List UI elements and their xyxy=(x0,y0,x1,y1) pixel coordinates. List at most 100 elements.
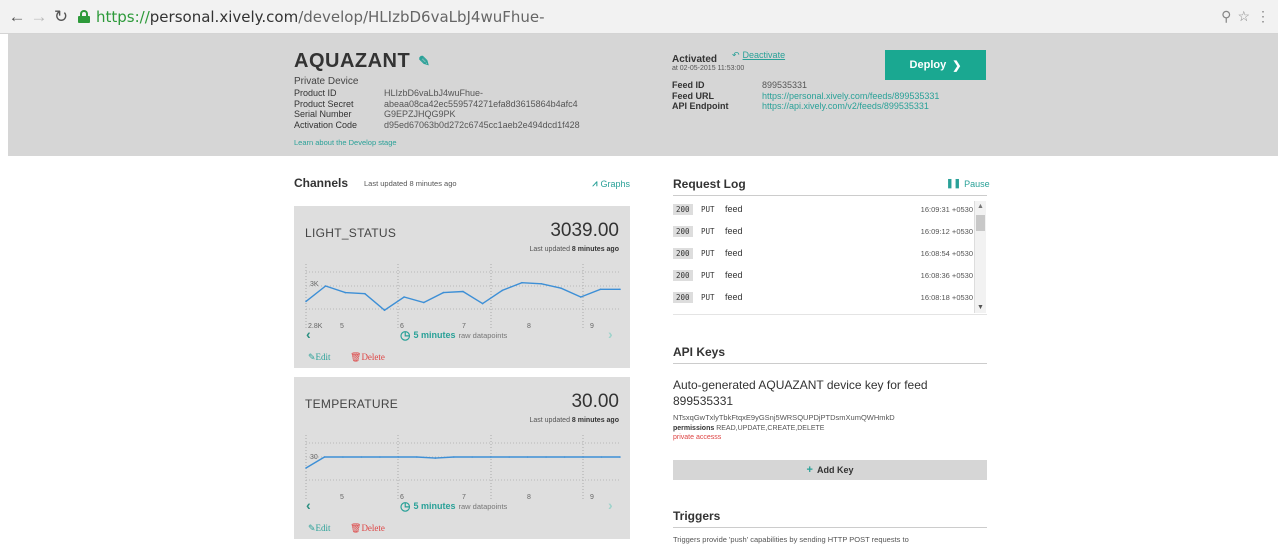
channel-chart: 5 6 7 8 93K2.8K xyxy=(305,264,621,330)
learn-develop-link[interactable]: Learn about the Develop stage xyxy=(294,138,397,147)
channel-chart: 5 6 7 8 930 xyxy=(305,435,621,501)
series-line xyxy=(305,456,620,469)
divider xyxy=(673,314,987,315)
divider xyxy=(673,195,987,196)
delete-button[interactable]: 🗑Delete xyxy=(350,523,385,534)
divider xyxy=(673,363,987,364)
plus-icon: + xyxy=(806,464,813,476)
data-point xyxy=(383,309,386,311)
zoom-icon[interactable]: ⚲ xyxy=(1221,8,1231,25)
pause-button[interactable]: ❚❚ Pause xyxy=(946,178,990,189)
request-log-row: 200 PUT feed 16:08:36 +0530 xyxy=(673,267,973,289)
request-time: 16:09:31 +0530 xyxy=(920,205,973,214)
time-range-label: 5 minutes xyxy=(413,330,456,340)
x-tick-label: 5 xyxy=(340,494,344,501)
device-name: AQUAZANT xyxy=(294,50,411,72)
request-log-scrollbar[interactable]: ▲ ▼ xyxy=(974,201,986,313)
forward-arrow-icon[interactable]: → xyxy=(28,6,50,28)
back-arrow-icon[interactable]: ← xyxy=(6,6,28,28)
deactivate-label: Deactivate xyxy=(742,50,786,60)
info-row-product-secret: Product Secret abeaa08ca42ec559574271efa8… xyxy=(294,98,578,109)
reload-icon[interactable]: ↻ xyxy=(50,6,72,28)
data-point xyxy=(563,456,566,458)
clock-icon: ◷ xyxy=(400,499,411,513)
data-point xyxy=(364,292,366,295)
request-path: feed xyxy=(725,204,743,214)
deploy-button[interactable]: Deploy ❯ xyxy=(885,50,986,80)
data-point xyxy=(416,456,418,458)
request-path: feed xyxy=(725,248,743,258)
status-code-badge: 200 xyxy=(673,292,693,303)
device-info: Product ID HLIzbD6vaLbJ4wuFhue- Product S… xyxy=(294,88,580,130)
data-point xyxy=(471,456,473,458)
data-point xyxy=(600,456,603,458)
data-point xyxy=(305,300,307,303)
time-range-control[interactable]: ◷ 5 minutes raw datapoints xyxy=(400,499,507,513)
data-point xyxy=(379,456,381,458)
request-time: 16:08:54 +0530 xyxy=(920,249,973,258)
channels-header: Channels Last updated 8 minutes ago ⩘ Gr… xyxy=(294,176,630,196)
chart-next-icon[interactable]: › xyxy=(608,497,613,513)
divider xyxy=(673,527,987,528)
data-point xyxy=(501,289,504,292)
data-point xyxy=(462,290,464,293)
chart-prev-icon[interactable]: ‹ xyxy=(306,326,311,342)
status-code-badge: 200 xyxy=(673,270,693,281)
api-endpoint-link[interactable]: https://api.xively.com/v2/feeds/89953533… xyxy=(762,101,929,112)
request-log-row: 200 PUT feed 16:09:12 +0530 xyxy=(673,223,973,245)
data-point xyxy=(481,302,484,305)
x-tick-label: 9 xyxy=(590,323,594,330)
data-point xyxy=(305,467,307,469)
raw-datapoints-label: raw datapoints xyxy=(458,501,508,511)
graphs-label: Graphs xyxy=(600,178,630,189)
request-method: PUT xyxy=(701,227,715,236)
data-point xyxy=(423,301,425,304)
chart-next-icon[interactable]: › xyxy=(608,326,613,342)
time-range-control[interactable]: ◷ 5 minutes raw datapoints xyxy=(400,328,507,342)
scroll-up-icon[interactable]: ▲ xyxy=(977,203,984,210)
delete-button[interactable]: 🗑Delete xyxy=(350,352,385,363)
request-time: 16:08:18 +0530 xyxy=(920,293,973,302)
data-point xyxy=(508,456,510,458)
data-point xyxy=(489,456,492,458)
x-tick-label: 8 xyxy=(527,494,531,501)
data-point xyxy=(580,296,582,298)
address-bar[interactable]: https://personal.xively.com/develop/HLIz… xyxy=(78,8,545,26)
data-point xyxy=(360,456,363,458)
request-method: PUT xyxy=(701,271,715,280)
info-row-serial: Serial Number G9EPZJHQG9PK xyxy=(294,109,456,119)
edit-button[interactable]: ✎Edit xyxy=(308,523,331,534)
deactivate-link[interactable]: ↶ Deactivate xyxy=(732,50,785,61)
feed-info: Feed ID 899535331 Feed URL https://persona… xyxy=(672,80,939,112)
request-log-row: 200 PUT feed 16:09:31 +0530 xyxy=(673,201,973,223)
request-method: PUT xyxy=(701,293,715,302)
data-point xyxy=(344,291,347,294)
feed-url-link[interactable]: https://personal.xively.com/feeds/899535… xyxy=(762,91,939,102)
request-method: PUT xyxy=(701,249,715,258)
raw-datapoints-label: raw datapoints xyxy=(458,330,508,340)
graph-icon: ⩘ xyxy=(592,178,598,188)
device-header: AQUAZANT ✎ Private Device Product ID HLIz… xyxy=(8,34,1278,156)
activated-date: at 02-05-2015 11:53:00 xyxy=(672,65,745,72)
triggers-title: Triggers xyxy=(673,509,721,523)
chart-prev-icon[interactable]: ‹ xyxy=(306,497,311,513)
clock-icon: ◷ xyxy=(400,328,411,342)
pause-icon: ❚❚ xyxy=(946,178,962,188)
graphs-link[interactable]: ⩘ Graphs xyxy=(592,178,630,189)
data-point xyxy=(560,287,562,289)
menu-icon[interactable]: ⋮ xyxy=(1256,8,1270,25)
scroll-thumb[interactable] xyxy=(976,215,985,231)
data-point xyxy=(540,283,543,285)
deploy-label: Deploy xyxy=(909,59,947,71)
api-key-name: Auto-generated AQUAZANT device key for f… xyxy=(673,378,928,408)
url-host: personal.xively.com xyxy=(149,7,299,26)
add-key-label: Add Key xyxy=(816,465,854,475)
request-log-list[interactable]: 200 PUT feed 16:09:31 +0530 200 PUT feed 16:09:… xyxy=(673,201,973,313)
pencil-icon[interactable]: ✎ xyxy=(418,53,430,70)
edit-button[interactable]: ✎Edit xyxy=(308,352,331,363)
scroll-down-icon[interactable]: ▼ xyxy=(977,304,984,311)
add-key-button[interactable]: + Add Key xyxy=(673,460,987,480)
star-icon[interactable]: ☆ xyxy=(1237,8,1250,25)
request-time: 16:08:36 +0530 xyxy=(920,271,973,280)
status-code-badge: 200 xyxy=(673,248,693,259)
